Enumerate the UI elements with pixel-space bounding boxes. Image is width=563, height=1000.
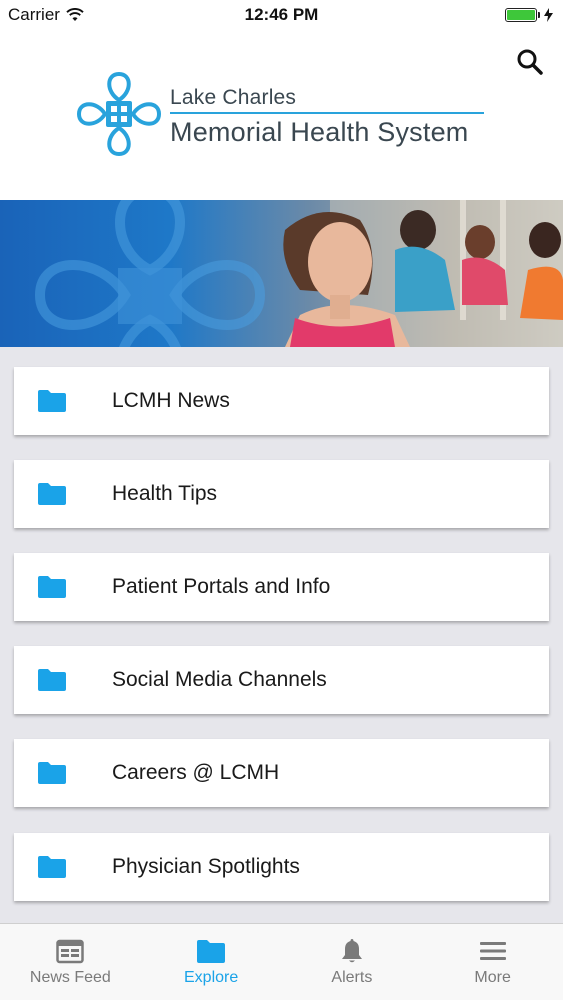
folder-icon: [38, 762, 66, 784]
banner-illustration: [34, 200, 563, 347]
bottom-tab-bar: News Feed Explore Alerts More: [0, 923, 563, 1000]
folder-icon: [38, 390, 66, 412]
menu-item-label: Physician Spotlights: [112, 855, 300, 878]
bell-icon: [341, 939, 362, 963]
battery-level: [507, 10, 535, 20]
tab-label: News Feed: [29, 969, 111, 986]
menu-item-patient-portals[interactable]: Patient Portals and Info: [14, 553, 549, 621]
battery-icon: [505, 8, 540, 22]
search-icon: [517, 49, 543, 75]
tab-label: Explore: [184, 969, 239, 986]
lcmh-logo: Lake Charles Memorial Health System: [76, 70, 490, 158]
menu-item-label: Patient Portals and Info: [112, 575, 331, 598]
status-time: 12:46 PM: [244, 5, 319, 24]
logo-line1: Lake Charles: [170, 86, 297, 109]
menu-item-label: Careers @ LCMH: [112, 761, 280, 784]
search-button[interactable]: [514, 46, 546, 78]
explore-menu-list: LCMH News Health Tips Patient Portals an…: [0, 347, 563, 923]
menu-item-lcmh-news[interactable]: LCMH News: [14, 367, 549, 435]
folder-icon: [197, 940, 226, 963]
menu-item-label: LCMH News: [112, 389, 230, 412]
app-header: Lake Charles Memorial Health System: [0, 30, 563, 200]
logo-line2: Memorial Health System: [170, 117, 469, 147]
tab-alerts[interactable]: Alerts: [282, 924, 423, 1000]
menu-icon: [479, 942, 506, 960]
menu-item-label: Health Tips: [112, 482, 218, 505]
status-bar: Carrier 12:46 PM: [0, 0, 563, 30]
charging-bolt-icon: [544, 8, 553, 22]
menu-item-health-tips[interactable]: Health Tips: [14, 460, 549, 528]
folder-icon: [38, 576, 66, 598]
status-right: [505, 8, 553, 22]
logo-rule: [170, 112, 484, 114]
menu-item-social-media[interactable]: Social Media Channels: [14, 646, 549, 714]
logo-wordmark: Lake Charles Memorial Health System: [170, 86, 490, 148]
tab-explore[interactable]: Explore: [141, 924, 282, 1000]
tab-news-feed[interactable]: News Feed: [0, 924, 141, 1000]
menu-item-physician-spotlights[interactable]: Physician Spotlights: [14, 833, 549, 901]
hero-banner-image: [0, 200, 563, 347]
tab-label: More: [474, 969, 511, 986]
folder-icon: [38, 669, 66, 691]
newspaper-icon: [56, 939, 85, 964]
menu-item-label: Social Media Channels: [112, 668, 327, 691]
folder-icon: [38, 856, 66, 878]
tab-more[interactable]: More: [422, 924, 563, 1000]
lcmh-cross-logo-icon: [77, 72, 161, 156]
tab-label: Alerts: [331, 969, 373, 986]
folder-icon: [38, 483, 66, 505]
menu-item-careers[interactable]: Careers @ LCMH: [14, 739, 549, 807]
